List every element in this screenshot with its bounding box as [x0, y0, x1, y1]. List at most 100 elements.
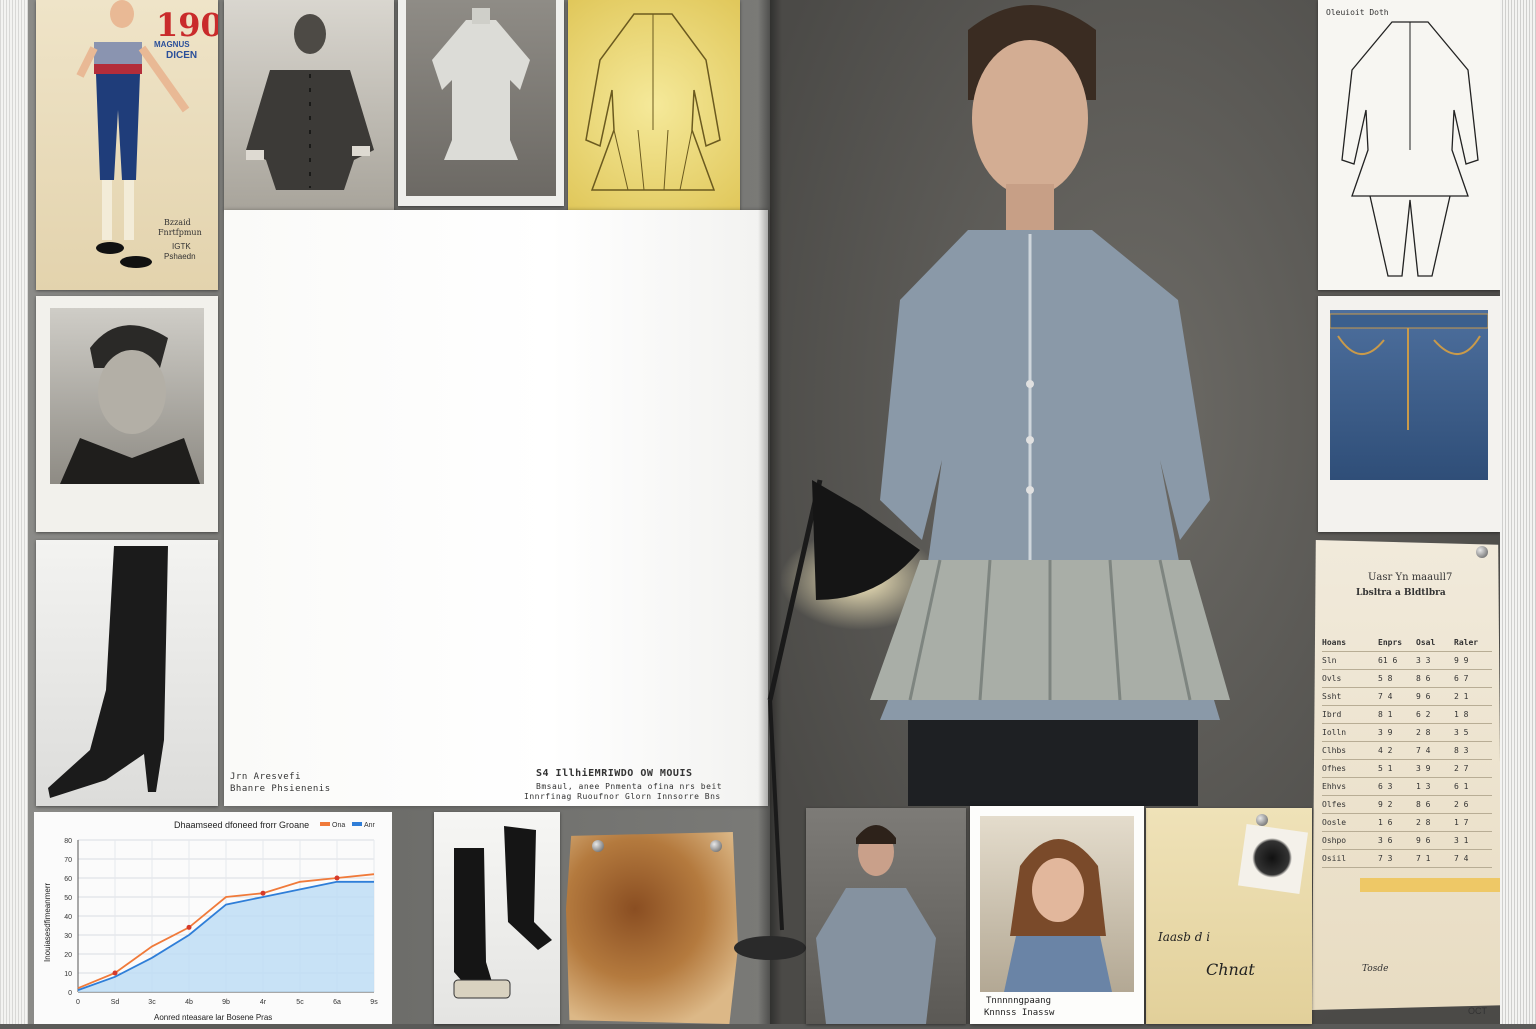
blouse-illustration — [432, 8, 530, 160]
chart-ylabel: Inouiasesdfimeanmerr — [43, 883, 52, 962]
table-cell: 5 8 — [1378, 674, 1393, 683]
poster-caption-line-2: Fnrtfpmun — [158, 228, 202, 237]
table-cell: Ibrd — [1322, 710, 1342, 719]
table-row: Iolln 3 9 2 8 3 5 — [1322, 724, 1492, 742]
peplum-jacket-sketch — [585, 13, 721, 191]
table-header-cell: Enprs — [1378, 638, 1403, 647]
table-cell: 5 1 — [1378, 764, 1393, 773]
polaroid-blouse — [1004, 936, 1112, 992]
chart-x-tick-label: 4r — [260, 999, 267, 1006]
table-cell: 1 3 — [1416, 782, 1431, 791]
boot-sole — [453, 979, 511, 999]
main-model-photo — [860, 0, 1320, 806]
note-handwriting-1: Iaasb d i — [1158, 930, 1211, 944]
blank-page-caption-right-1: S4 IllhiEMRIWDO OW MOUIS — [536, 768, 693, 779]
stained-paper-swatch — [566, 832, 738, 1024]
table-row: Ehhvs 6 3 1 3 6 1 — [1322, 778, 1492, 796]
table-cell: Oshpo — [1322, 836, 1347, 845]
table-cell: 6 1 — [1454, 782, 1469, 791]
table-cell: 1 6 — [1378, 818, 1393, 827]
table-cell: 2 8 — [1416, 728, 1431, 737]
table-cell: 3 1 — [1454, 836, 1469, 845]
chart-x-tick-label: 9s — [370, 999, 378, 1006]
table-cell: Oosle — [1322, 818, 1347, 827]
figure-head — [110, 0, 134, 28]
table-cell: Olfes — [1322, 800, 1347, 809]
table-cell: 8 6 — [1416, 800, 1431, 809]
table-cell: Osiil — [1322, 854, 1347, 863]
chart-y-tick-label: 0 — [68, 990, 72, 997]
chart-legend-label: Ona — [332, 822, 345, 829]
technical-sketch — [1341, 21, 1479, 277]
table-cell: Ssht — [1322, 692, 1342, 701]
table-cell: Ofhes — [1322, 764, 1347, 773]
chart-legend-swatch — [352, 822, 362, 826]
polaroid-caption-1: Tnnnnngpaang — [986, 996, 1052, 1006]
chart-legend-swatch — [320, 822, 330, 826]
table-cell: 7 4 — [1378, 692, 1393, 701]
pin-icon — [1476, 546, 1488, 558]
boot-illustration — [48, 546, 168, 798]
figure-arm-left — [76, 46, 98, 78]
model-trousers — [908, 720, 1198, 806]
table-row: Ssht 7 4 9 6 2 1 — [1322, 688, 1492, 706]
boot-right — [504, 826, 552, 950]
blank-page-caption-right-2: Bmsaul, anee Pnmenta ofina nrs beit — [536, 782, 723, 791]
table-cell: 4 2 — [1378, 746, 1393, 755]
man-head — [294, 14, 326, 54]
pin-icon — [1256, 814, 1268, 826]
table-cell: Ehhvs — [1322, 782, 1347, 791]
table-cell: 3 9 — [1378, 728, 1393, 737]
table-row: Ovls 5 8 8 6 6 7 — [1322, 670, 1492, 688]
table-footer: Tosde — [1362, 964, 1389, 974]
knee-boots-illustration — [453, 826, 552, 999]
chart-y-tick-label: 50 — [64, 895, 72, 902]
table-header-cell: Raler — [1454, 638, 1479, 647]
polaroid-caption-2: Knnnss Inassw — [984, 1008, 1055, 1018]
chart-y-tick-label: 60 — [64, 876, 72, 883]
photo-blouse — [398, 0, 564, 206]
sketch-peplum-jacket — [568, 0, 740, 210]
chart-y-tick-label: 30 — [64, 933, 72, 940]
blank-page: Jrn Aresvefi Bhanre Phsienenis S4 IllhiE… — [224, 210, 768, 806]
poster-caption-line-1: Bzzaid — [164, 218, 191, 227]
figure-sock-left — [102, 180, 112, 240]
table-row: Clhbs 4 2 7 4 8 3 — [1322, 742, 1492, 760]
chart-xlabel: Aonred nteasare lar Bosene Pras — [154, 1013, 272, 1022]
pin-icon — [592, 840, 604, 852]
sketch-label: Oleuioit Doth — [1326, 8, 1389, 17]
chart-x-tick-label: 6a — [333, 999, 341, 1006]
table-cell: 7 1 — [1416, 854, 1431, 863]
figure-arm-right — [138, 45, 190, 113]
photo-man-portrait — [36, 296, 218, 532]
lamp-base — [734, 936, 806, 960]
chart-x-tick-label: 5c — [296, 999, 304, 1006]
photo-knee-boots — [434, 812, 560, 1024]
model-button — [1026, 486, 1034, 494]
chart-data-point — [334, 875, 340, 881]
chart-y-tick-label: 40 — [64, 914, 72, 921]
portrait-frame — [50, 308, 204, 484]
photo-man-jacket — [224, 0, 394, 210]
figure-sock-right — [124, 180, 134, 240]
table-cell: Iolln — [1322, 728, 1347, 737]
boot-left — [454, 848, 492, 988]
table-subtitle: Lbsltra a Bldtlbra — [1356, 588, 1446, 598]
table-cell: 61 6 — [1378, 656, 1398, 665]
spec-table: Hoans Enprs Osal Raler Sln 61 6 3 3 9 9 Ovls 5 8 8… — [1322, 634, 1492, 868]
table-cell: 3 3 — [1416, 656, 1431, 665]
left-page-edges — [0, 0, 28, 1024]
blouse-collar — [472, 8, 490, 24]
line-chart: Dhaamseed dfoneed frorr Groane Inouiases… — [43, 820, 378, 1022]
blank-page-caption-right-3: Innrfinag Ruoufnor Glorn Innsorre Bns — [524, 792, 721, 801]
technical-sketch-card: Oleuioit Doth — [1318, 0, 1500, 290]
table-cell: 6 7 — [1454, 674, 1469, 683]
jeans-pocket-left — [1337, 335, 1385, 356]
blank-page-caption-left-1: Jrn Aresvefi — [230, 772, 302, 782]
chart-legend: Ona Anr — [320, 822, 376, 829]
chart-data-point — [260, 890, 266, 896]
table-row: Ibrd 8 1 6 2 1 8 — [1322, 706, 1492, 724]
model-face — [972, 40, 1088, 196]
table-cell: 2 1 — [1454, 692, 1469, 701]
chart-y-tick-label: 80 — [64, 838, 72, 845]
